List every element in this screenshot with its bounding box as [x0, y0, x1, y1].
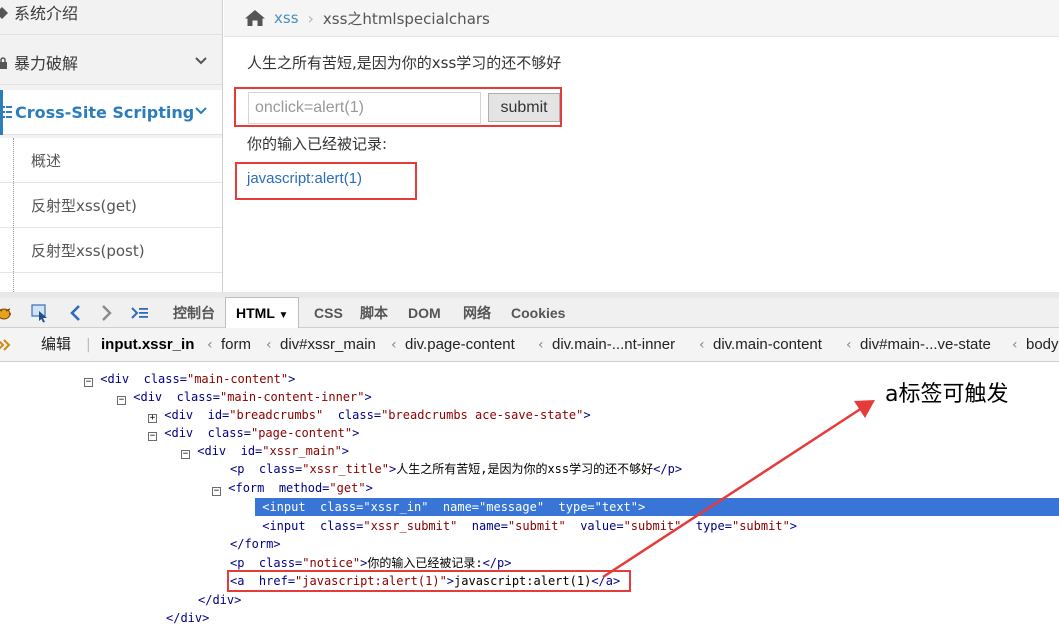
breadcrumb-separator: ‹: [846, 337, 852, 353]
anchor-highlight-box: [227, 570, 631, 592]
tab-dom[interactable]: DOM: [408, 298, 441, 328]
breadcrumb-node[interactable]: form: [221, 328, 251, 361]
breadcrumb-node[interactable]: div#main-...ve-state: [860, 328, 991, 361]
sidebar-item-bruteforce[interactable]: 暴力破解: [0, 40, 222, 85]
tree-node[interactable]: <input class="xssr_submit" name="submit"…: [255, 517, 797, 535]
breadcrumb-node[interactable]: div.page-content: [405, 328, 515, 361]
breadcrumb-node[interactable]: body: [1026, 328, 1059, 361]
tree-node[interactable]: <p class="xssr_title">人生之所有苦短,是因为你的xss学习…: [230, 460, 682, 478]
expand-panel-icon[interactable]: [0, 337, 12, 353]
collapse-toggle-icon[interactable]: −: [117, 396, 126, 405]
tab-console[interactable]: 控制台: [173, 298, 215, 328]
main-content: xss › xss之htmlspecialchars 人生之所有苦短,是因为你的…: [224, 0, 1059, 298]
collapse-toggle-icon[interactable]: −: [148, 432, 157, 441]
breadcrumb-separator: ‹: [391, 337, 397, 353]
edit-button[interactable]: 编辑: [41, 328, 71, 361]
message-input[interactable]: [248, 92, 481, 124]
breadcrumb-separator: ‹: [266, 337, 272, 353]
breadcrumb: xss › xss之htmlspecialchars: [224, 0, 1059, 37]
firebug-icon[interactable]: [0, 303, 14, 323]
tab-html[interactable]: HTML ▼: [225, 297, 300, 328]
breadcrumb-link-xss[interactable]: xss: [274, 9, 299, 27]
devtools-toolbar: 控制台 HTML ▼ CSS 脚本 DOM 网络 Cookies: [0, 297, 1059, 328]
tab-script[interactable]: 脚本: [360, 298, 388, 328]
tree-node[interactable]: − <div class="main-content">: [84, 370, 295, 388]
home-icon[interactable]: [244, 9, 266, 27]
sidebar-item-label: 暴力破解: [14, 54, 79, 73]
collapse-toggle-icon[interactable]: −: [181, 450, 190, 459]
breadcrumb-separator: ‹: [207, 337, 213, 353]
forward-icon[interactable]: [96, 303, 116, 323]
tree-node[interactable]: + <div id="breadcrumbs" class="breadcrum…: [148, 406, 591, 424]
command-line-icon[interactable]: [130, 303, 150, 323]
sidebar-item-label: Cross-Site Scripting: [15, 102, 195, 122]
tree-node[interactable]: − <div id="xssr_main">: [181, 442, 349, 460]
breadcrumb-current: xss之htmlspecialchars: [322, 9, 490, 28]
sidebar-item-intro[interactable]: 系统介绍: [0, 0, 222, 35]
sidebar-subitem-reflected-post[interactable]: 反射型xss(post): [0, 228, 222, 273]
breadcrumb-separator: ‹: [1012, 337, 1018, 353]
tab-cookies[interactable]: Cookies: [511, 298, 565, 328]
tab-html-label: HTML: [236, 305, 275, 321]
tree-node-selected[interactable]: <input class="xssr_in" name="message" ty…: [255, 498, 1059, 516]
page-title: 人生之所有苦短,是因为你的xss学习的还不够好: [247, 54, 562, 72]
sidebar-subitem-label: 反射型xss(post): [31, 241, 145, 260]
sidebar: 系统介绍 暴力破解 Cross-Site Scripting 概述 反射型xss…: [0, 0, 223, 298]
tree-node[interactable]: </div>: [198, 591, 241, 609]
xss-result-link[interactable]: javascript:alert(1): [247, 170, 362, 187]
breadcrumb-node[interactable]: div#xssr_main: [280, 328, 376, 361]
chevron-down-icon: [195, 57, 207, 65]
active-indicator: [0, 90, 3, 135]
list-icon: [2, 106, 12, 118]
tree-node[interactable]: </div>: [166, 609, 209, 625]
tree-node[interactable]: </form>: [230, 535, 281, 553]
sidebar-item-xss[interactable]: Cross-Site Scripting: [0, 90, 222, 135]
diamond-icon: [0, 7, 8, 19]
tree-line: [13, 138, 14, 298]
sidebar-item-label: 系统介绍: [14, 4, 79, 23]
tab-css[interactable]: CSS: [314, 298, 343, 328]
collapse-toggle-icon[interactable]: −: [84, 378, 93, 387]
sidebar-subitem-reflected-get[interactable]: 反射型xss(get): [0, 183, 222, 228]
separator: |: [86, 337, 91, 353]
chevron-down-icon: [195, 107, 207, 115]
annotation-text: a标签可触发: [885, 382, 1009, 407]
breadcrumb-node[interactable]: input.xssr_in: [101, 328, 194, 361]
dropdown-arrow-icon: ▼: [278, 310, 289, 321]
sidebar-subitem-label: 概述: [31, 151, 62, 170]
breadcrumb-separator: ‹: [699, 337, 705, 353]
input-highlight-box: submit: [234, 87, 562, 127]
inspect-icon[interactable]: [30, 303, 50, 323]
collapse-toggle-icon[interactable]: −: [212, 487, 221, 496]
breadcrumb-separator: ›: [307, 8, 314, 28]
notice-text: 你的输入已经被记录:: [247, 135, 388, 153]
tree-node[interactable]: − <form method="get">: [212, 479, 373, 497]
expand-toggle-icon[interactable]: +: [148, 414, 157, 423]
lock-icon: [0, 57, 7, 69]
tab-network[interactable]: 网络: [463, 298, 491, 328]
sidebar-subitem-label: 反射型xss(get): [31, 196, 137, 215]
back-icon[interactable]: [66, 303, 86, 323]
breadcrumb-separator: ‹: [538, 337, 544, 353]
tree-node[interactable]: − <div class="page-content">: [148, 424, 359, 442]
submit-button[interactable]: submit: [488, 93, 560, 122]
devtools-breadcrumb-bar: 编辑 | input.xssr_in ‹ form ‹ div#xssr_mai…: [0, 328, 1059, 362]
tree-node[interactable]: − <div class="main-content-inner">: [117, 388, 372, 406]
breadcrumb-node[interactable]: div.main-content: [713, 328, 822, 361]
sidebar-subitem-overview[interactable]: 概述: [0, 138, 222, 183]
breadcrumb-node[interactable]: div.main-...nt-inner: [552, 328, 675, 361]
